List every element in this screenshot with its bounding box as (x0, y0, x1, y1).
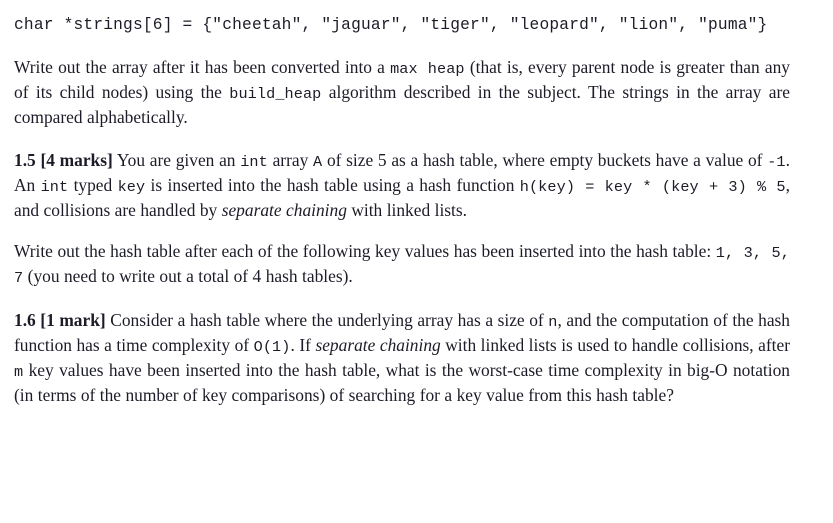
inline-code: h(key) = key * (key + 3) % 5 (519, 177, 786, 196)
inline-code: int (40, 177, 69, 196)
body-text: is inserted into the hash table using a … (145, 174, 520, 195)
inline-code: int (240, 152, 268, 171)
document-page: char *strings[6] = {"cheetah", "jaguar",… (0, 0, 833, 523)
body-text: with linked lists is used to handle coll… (440, 334, 791, 355)
paragraph-max-heap: Write out the array after it has been co… (14, 56, 790, 130)
code-array-declaration: char *strings[6] = {"cheetah", "jaguar",… (14, 16, 768, 34)
question-1-6: 1.6 [1 mark] Consider a hash table where… (14, 309, 790, 408)
question-number-label: 1.6 [1 mark] (14, 309, 106, 330)
body-text: Write out the hash table after each of t… (14, 241, 716, 262)
body-text: Consider a hash table where the underlyi… (105, 309, 549, 330)
inline-code: -1 (767, 152, 786, 171)
emphasis-text: separate chaining (221, 200, 347, 221)
body-text: Write out the array after it has been co… (14, 57, 391, 77)
body-text: (you need to write out a total of 4 hash… (23, 266, 353, 287)
question-1-5: 1.5 [4 marks] You are given an int array… (14, 149, 790, 223)
inline-code: max heap (390, 60, 465, 78)
question-number-label: 1.5 [4 marks] (14, 149, 113, 170)
body-text: of size 5 as a hash table, where empty b… (322, 149, 768, 170)
body-text: with linked lists. (346, 200, 467, 221)
inline-code: O(1) (253, 337, 291, 356)
inline-code: build_heap (229, 85, 322, 104)
inline-code: A (313, 152, 323, 171)
body-text: key values have been inserted into the h… (14, 360, 790, 406)
body-text: . If (290, 334, 316, 355)
body-text: You are given an (112, 149, 241, 170)
inline-code: key (117, 177, 146, 196)
paragraph-write-hash-table: Write out the hash table after each of t… (14, 240, 790, 290)
inline-code: m (14, 363, 24, 382)
emphasis-text: separate chaining (315, 334, 441, 355)
body-text: array (267, 149, 314, 170)
body-text: typed (68, 174, 118, 195)
